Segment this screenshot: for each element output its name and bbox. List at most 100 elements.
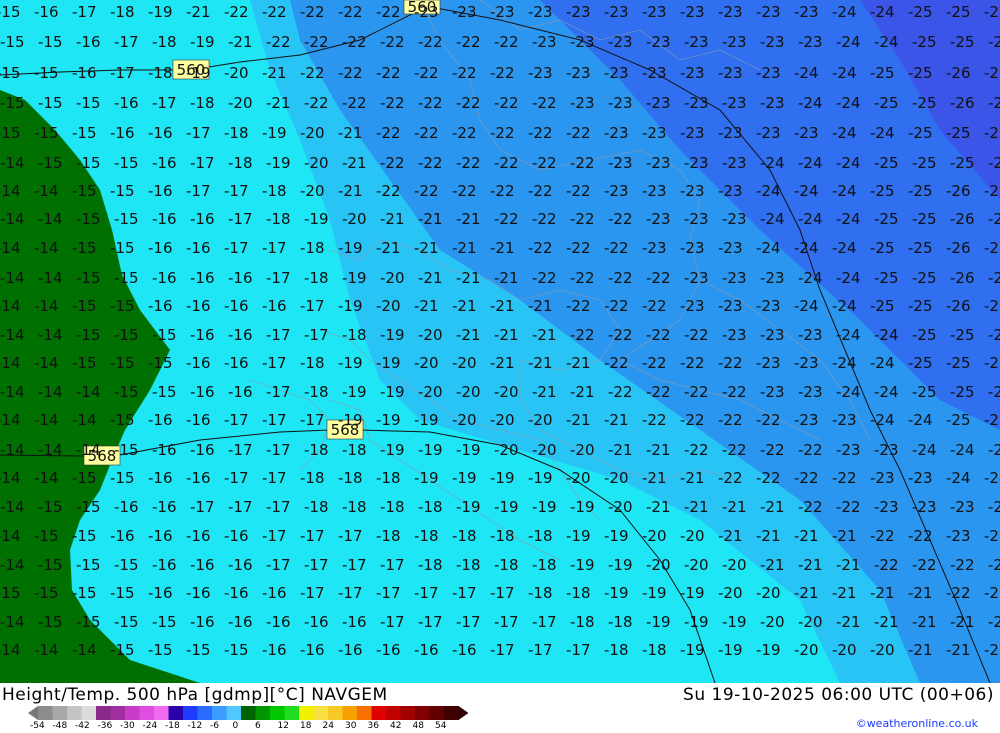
temperature-label: -19 [456, 441, 481, 459]
temperature-label: -16 [72, 64, 97, 82]
temperature-label: -20 [418, 383, 443, 401]
temperature-label: -25 [912, 154, 937, 172]
temperature-label: -23 [642, 64, 667, 82]
temperature-label: -22 [338, 64, 363, 82]
temperature-label: -23 [532, 33, 557, 51]
temperature-label: -23 [722, 326, 747, 344]
temperature-label: -23 [452, 3, 477, 21]
temperature-label: -24 [836, 33, 861, 51]
temperature-label: -22 [456, 154, 481, 172]
temperature-label: -22 [722, 383, 747, 401]
temperature-label: -22 [262, 3, 287, 21]
temperature-label: -18 [152, 33, 177, 51]
temperature-label: -21 [418, 269, 443, 287]
temperature-label: -21 [794, 527, 819, 545]
temperature-label: -14 [34, 469, 59, 487]
temperature-label: -23 [794, 411, 819, 429]
temperature-label: -23 [912, 498, 937, 516]
temperature-label: -15 [72, 124, 97, 142]
temperature-label: -17 [224, 182, 249, 200]
temperature-label: -21 [228, 33, 253, 51]
temperature-label: -22 [452, 124, 477, 142]
temperature-label: -21 [414, 239, 439, 257]
temperature-label: -19 [266, 154, 291, 172]
temperature-label: -14 [34, 641, 59, 659]
temperature-label: -23 [718, 64, 743, 82]
temperature-label: -26 [946, 297, 971, 315]
temperature-label: -22 [608, 210, 633, 228]
temperature-label: -14 [72, 641, 97, 659]
temperature-label: -16 [228, 613, 253, 631]
temperature-label: -18 [414, 527, 439, 545]
temperature-label: -17 [228, 210, 253, 228]
temperature-label: -20 [414, 354, 439, 372]
temperature-label: -14 [0, 354, 21, 372]
temperature-label: -21 [684, 498, 709, 516]
temperature-label: -14 [38, 383, 63, 401]
temperature-label: -21 [908, 584, 933, 602]
legend-swatch [110, 706, 126, 720]
temperature-label: -19 [604, 584, 629, 602]
temperature-label: -21 [680, 469, 705, 487]
temperature-label: -24 [832, 124, 857, 142]
temperature-label: -15 [152, 326, 177, 344]
temperature-label: -18 [304, 441, 329, 459]
legend-tick: 0 [232, 721, 239, 731]
legend-swatch [183, 706, 198, 720]
temperature-label: -16 [452, 641, 477, 659]
temperature-label: -22 [376, 3, 401, 21]
temperature-label: -14 [38, 441, 63, 459]
temperature-label: -24 [984, 469, 1000, 487]
temperature-label: -17 [228, 498, 253, 516]
temperature-label: -21 [342, 154, 367, 172]
temperature-label: -19 [570, 556, 595, 574]
temperature-label: -23 [604, 182, 629, 200]
temperature-label: -20 [494, 383, 519, 401]
temperature-label: -22 [342, 33, 367, 51]
temperature-label: -23 [604, 64, 629, 82]
temperature-label: -23 [570, 33, 595, 51]
temperature-label: -19 [418, 441, 443, 459]
temperature-label: -24 [870, 411, 895, 429]
temperature-label: -18 [224, 124, 249, 142]
temperature-label: -17 [152, 94, 177, 112]
temperature-label: -21 [528, 297, 553, 315]
temperature-label: -17 [114, 33, 139, 51]
temperature-label: -19 [642, 584, 667, 602]
temperature-label: -18 [304, 383, 329, 401]
temperature-label: -16 [152, 154, 177, 172]
temperature-label: -22 [528, 239, 553, 257]
temperature-label: -15 [38, 94, 63, 112]
temperature-label: -14 [0, 641, 21, 659]
temperature-label: -15 [114, 613, 139, 631]
temperature-label: -18 [566, 584, 591, 602]
temperature-label: -25 [912, 383, 937, 401]
temperature-label: -14 [0, 154, 25, 172]
temperature-label: -25 [946, 124, 971, 142]
temperature-label: -21 [912, 613, 937, 631]
temperature-label: -14 [76, 383, 101, 401]
temperature-label: -20 [224, 64, 249, 82]
temperature-label: -22 [756, 469, 781, 487]
temperature-label: -17 [266, 556, 291, 574]
temperature-label: -19 [718, 641, 743, 659]
temperature-label: -24 [874, 326, 899, 344]
temperature-label: -23 [718, 3, 743, 21]
credit-link[interactable]: ©weatheronline.co.uk [856, 717, 978, 730]
temperature-label: -15 [0, 64, 21, 82]
temperature-label: -24 [874, 33, 899, 51]
temperature-label: -19 [680, 584, 705, 602]
temperature-label: -18 [300, 354, 325, 372]
valid-time: Su 19-10-2025 06:00 UTC (00+06) [683, 685, 994, 705]
temperature-label: -22 [988, 613, 1000, 631]
temperature-label: -22 [642, 411, 667, 429]
temperature-label: -21 [908, 641, 933, 659]
temperature-label: -24 [832, 64, 857, 82]
temperature-label: -22 [722, 441, 747, 459]
temperature-label: -18 [190, 94, 215, 112]
temperature-label: -22 [566, 182, 591, 200]
temperature-label: -26 [984, 239, 1000, 257]
temperature-label: -23 [642, 124, 667, 142]
temperature-label: -22 [608, 383, 633, 401]
temperature-label: -15 [38, 33, 63, 51]
